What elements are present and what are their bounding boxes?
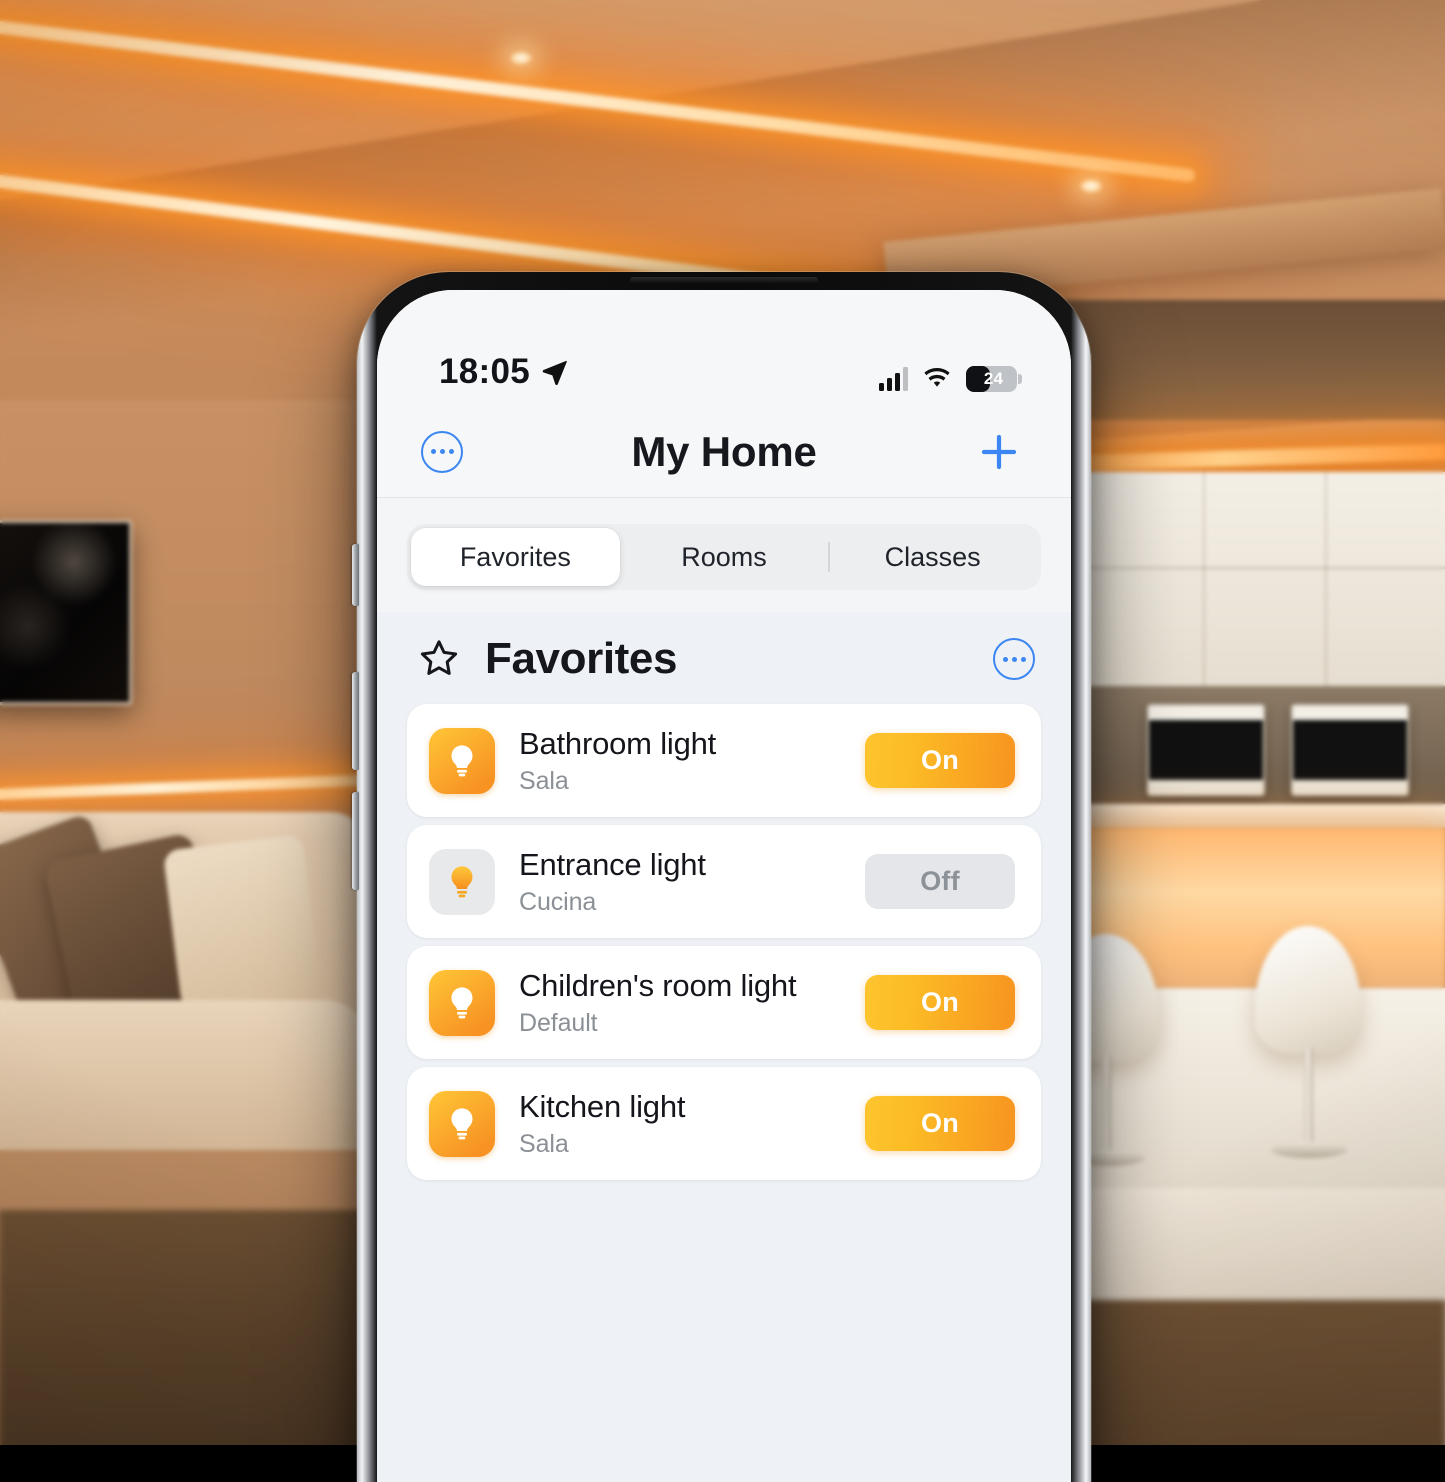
device-row[interactable]: Kitchen light Sala On [407, 1067, 1041, 1180]
section-header: Favorites [407, 612, 1041, 704]
tab-rooms[interactable]: Rooms [620, 528, 829, 586]
smart-home-app: 18:05 24 [377, 290, 1071, 1482]
cabinet-seam [1325, 472, 1327, 687]
device-state-label: On [921, 987, 959, 1018]
bar-stool-base [1271, 1142, 1347, 1158]
segmented-control[interactable]: Favorites Rooms Classes [407, 524, 1041, 590]
action-button[interactable] [352, 544, 359, 606]
sofa-cushion [163, 834, 321, 1010]
device-room: Default [519, 1009, 841, 1038]
bar-stool-stem [1102, 1056, 1111, 1152]
page-title: My Home [377, 428, 1071, 476]
location-arrow-icon [539, 357, 569, 387]
phone-earpiece-speaker [630, 277, 818, 283]
clock-time: 18:05 [439, 352, 530, 392]
star-outline-icon [415, 635, 463, 683]
recessed-downlight [1078, 178, 1104, 194]
device-state-label: On [921, 745, 959, 776]
status-bar-indicators: 24 [879, 366, 1017, 392]
device-name: Kitchen light [519, 1089, 841, 1125]
battery-icon: 24 [966, 366, 1017, 392]
device-row[interactable]: Children's room light Default On [407, 946, 1041, 1059]
sofa-seat [0, 1000, 370, 1165]
built-in-oven [1147, 704, 1265, 796]
ellipsis-dot [1021, 657, 1026, 662]
wifi-icon [921, 367, 953, 391]
phone-mockup: 18:05 24 [357, 272, 1091, 1482]
device-toggle-button[interactable]: On [865, 733, 1015, 788]
bar-stool-stem [1304, 1048, 1313, 1144]
tab-classes[interactable]: Classes [828, 528, 1037, 586]
section-header-left: Favorites [415, 634, 677, 684]
cellular-signal-icon [879, 367, 908, 391]
section-title: Favorites [485, 634, 677, 684]
tab-favorites-label: Favorites [460, 542, 571, 573]
volume-up-button[interactable] [352, 672, 359, 770]
wall-television [0, 520, 132, 705]
device-row[interactable]: Entrance light Cucina Off [407, 825, 1041, 938]
content-area: Favorites [377, 612, 1071, 1482]
device-info: Kitchen light Sala [519, 1089, 841, 1159]
device-toggle-button[interactable]: On [865, 975, 1015, 1030]
device-room: Sala [519, 767, 841, 796]
add-button[interactable] [975, 428, 1023, 476]
kitchen-cabinet-led [1045, 444, 1445, 473]
tab-favorites[interactable]: Favorites [411, 528, 620, 586]
tab-divider [828, 542, 830, 572]
device-info: Entrance light Cucina [519, 847, 841, 917]
device-state-label: On [921, 1108, 959, 1139]
tab-classes-label: Classes [885, 542, 981, 573]
lightbulb-icon [429, 849, 495, 915]
lightbulb-icon [429, 1091, 495, 1157]
device-list: Bathroom light Sala On [407, 704, 1041, 1180]
battery-percent: 24 [966, 369, 1017, 389]
device-row[interactable]: Bathroom light Sala On [407, 704, 1041, 817]
volume-down-button[interactable] [352, 792, 359, 890]
ellipsis-dot [449, 449, 454, 454]
lightbulb-icon [429, 970, 495, 1036]
device-room: Cucina [519, 888, 841, 917]
device-toggle-button[interactable]: On [865, 1096, 1015, 1151]
section-more-options-button[interactable] [993, 638, 1035, 680]
device-state-label: Off [920, 866, 960, 897]
device-name: Bathroom light [519, 726, 841, 762]
device-name: Entrance light [519, 847, 841, 883]
status-bar: 18:05 24 [377, 290, 1071, 406]
device-info: Bathroom light Sala [519, 726, 841, 796]
lightbulb-icon [429, 728, 495, 794]
device-room: Sala [519, 1130, 841, 1159]
ellipsis-dot [440, 449, 445, 454]
ellipsis-dot [431, 449, 436, 454]
phone-screen: 18:05 24 [377, 290, 1071, 1482]
recessed-downlight [508, 50, 534, 66]
device-name: Children's room light [519, 968, 841, 1004]
tab-rooms-label: Rooms [681, 542, 767, 573]
cabinet-seam [1203, 472, 1205, 687]
ellipsis-dot [1003, 657, 1008, 662]
status-bar-clock-group: 18:05 [439, 352, 569, 392]
ellipsis-dot [1012, 657, 1017, 662]
device-toggle-button[interactable]: Off [865, 854, 1015, 909]
built-in-oven [1291, 704, 1409, 796]
nav-bar: My Home [377, 406, 1071, 498]
tab-bar-container: Favorites Rooms Classes [377, 498, 1071, 612]
device-info: Children's room light Default [519, 968, 841, 1038]
more-options-button[interactable] [421, 431, 463, 473]
